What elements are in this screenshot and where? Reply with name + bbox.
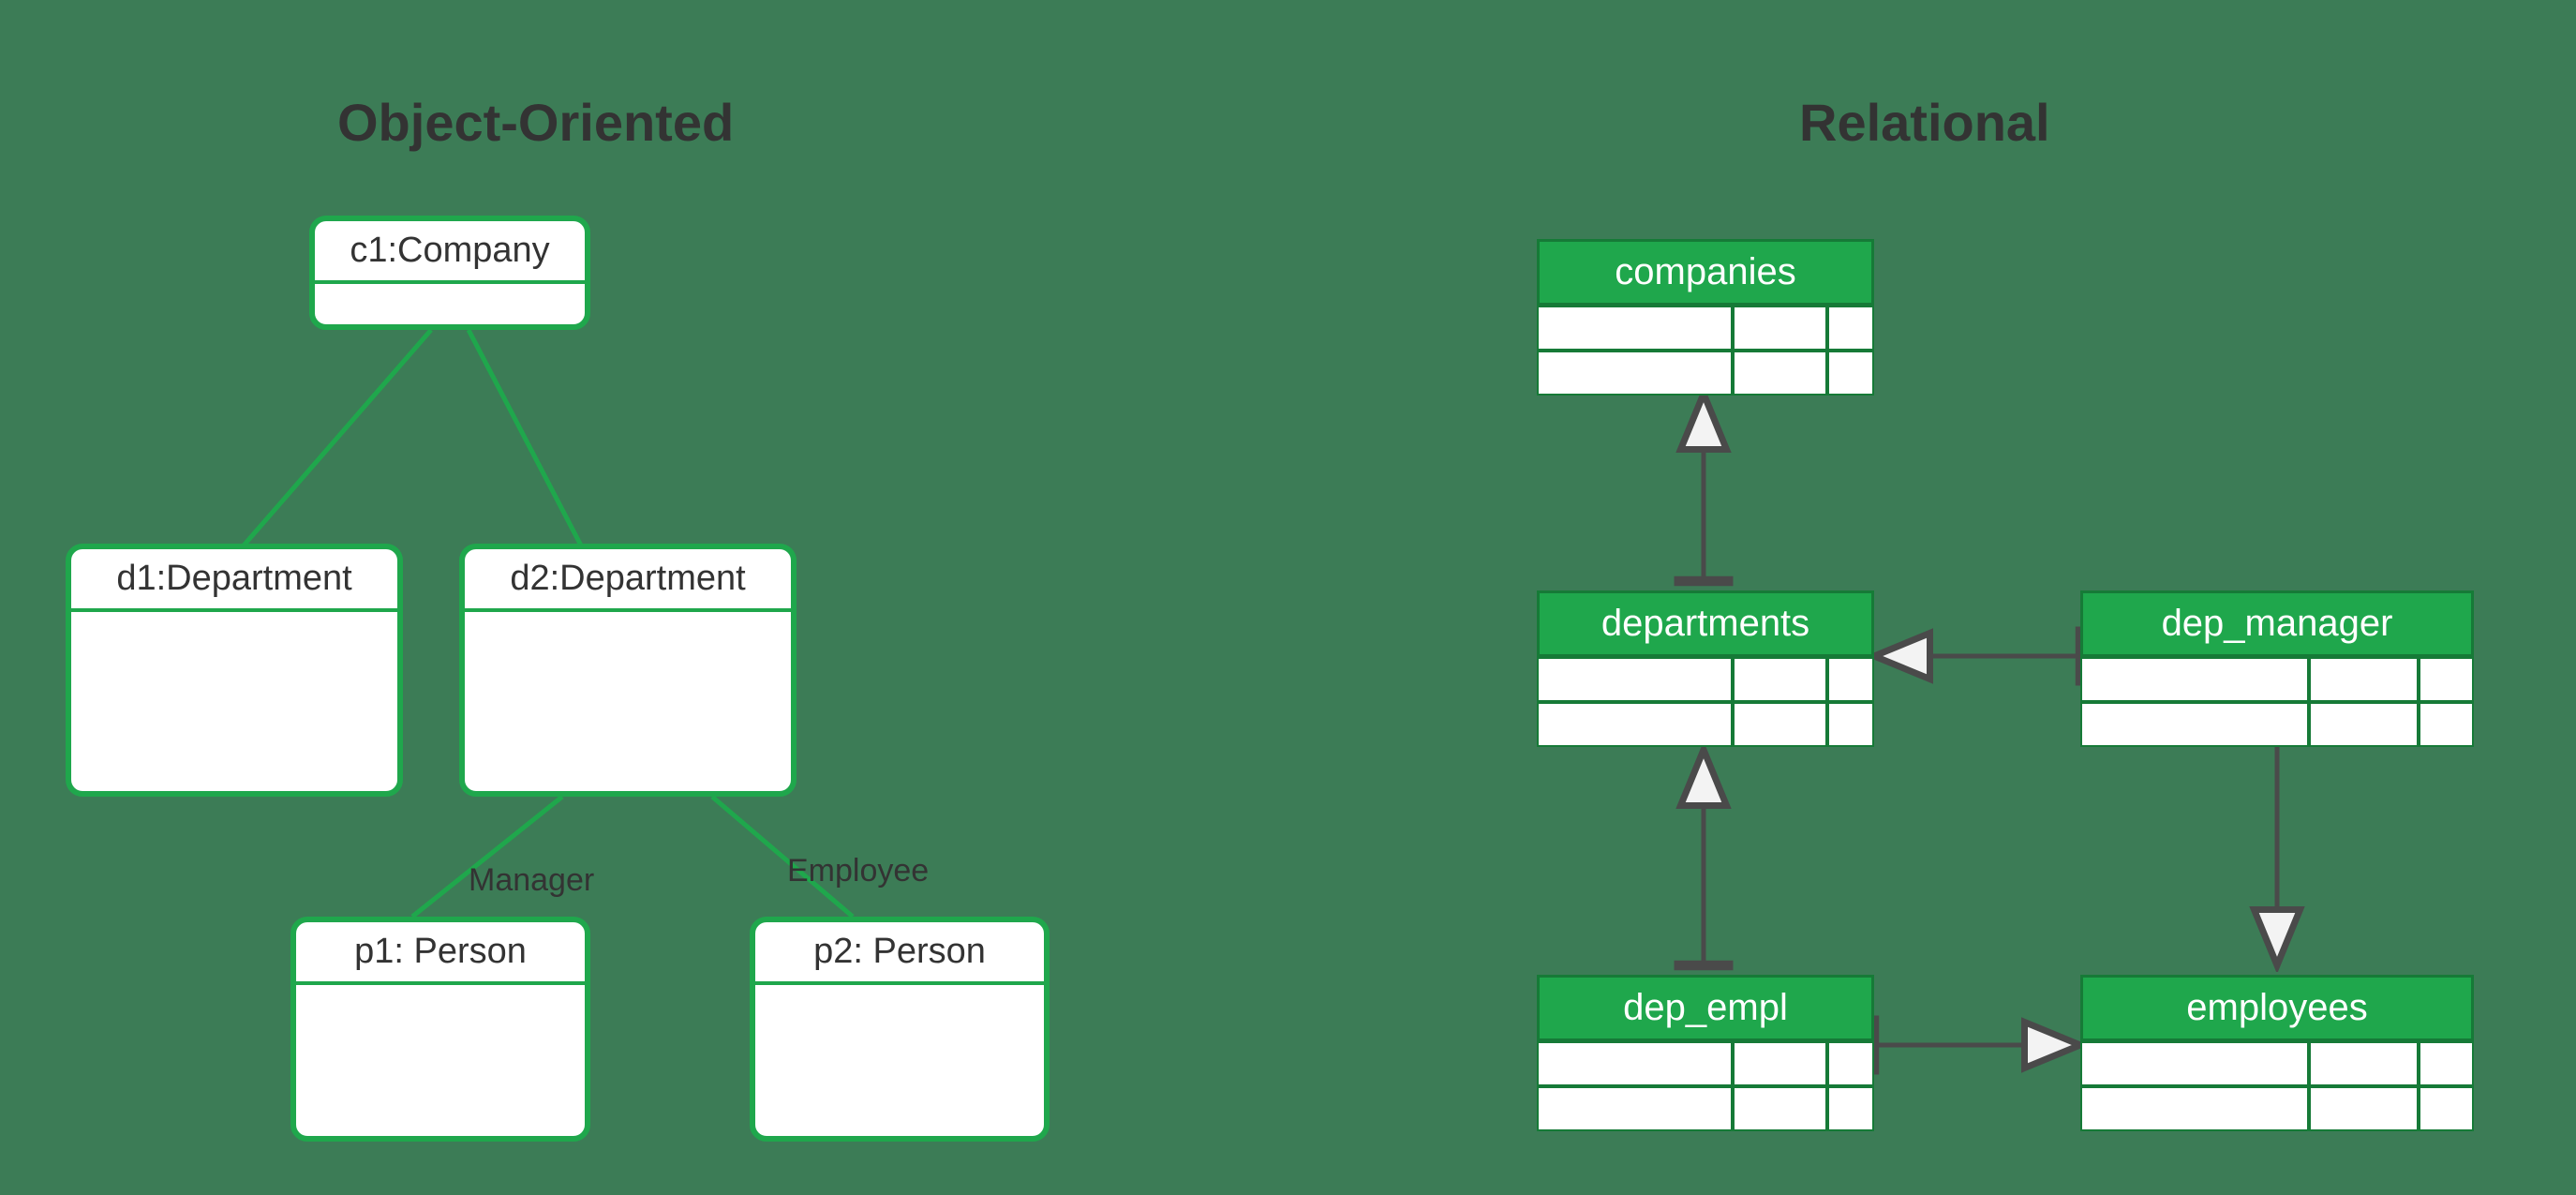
obj-dept1: d1:Department xyxy=(66,544,403,797)
edge-label-employee: Employee xyxy=(787,853,929,889)
title-right: Relational xyxy=(1799,92,2050,153)
obj-dept2: d2:Department xyxy=(459,544,797,797)
table-employees-header: employees xyxy=(2080,975,2474,1041)
obj-dept1-label: d1:Department xyxy=(71,549,397,612)
table-departments-header: departments xyxy=(1537,590,1874,657)
obj-person1: p1: Person xyxy=(290,917,590,1142)
obj-dept2-label: d2:Department xyxy=(465,549,791,612)
obj-person2-label: p2: Person xyxy=(755,922,1044,985)
table-companies-header: companies xyxy=(1537,239,1874,306)
edge-label-manager: Manager xyxy=(469,862,594,899)
table-dep-empl: dep_empl xyxy=(1537,975,1874,1131)
table-dep-empl-header: dep_empl xyxy=(1537,975,1874,1041)
table-departments: departments xyxy=(1537,590,1874,747)
obj-person1-label: p1: Person xyxy=(296,922,585,985)
obj-company: c1:Company xyxy=(309,216,590,330)
table-employees: employees xyxy=(2080,975,2474,1131)
table-dep-manager: dep_manager xyxy=(2080,590,2474,747)
obj-person2: p2: Person xyxy=(750,917,1050,1142)
title-left: Object-Oriented xyxy=(337,92,734,153)
table-dep-manager-header: dep_manager xyxy=(2080,590,2474,657)
edge-c1-d1 xyxy=(244,330,431,545)
obj-company-label: c1:Company xyxy=(315,221,585,284)
table-companies: companies xyxy=(1537,239,1874,396)
edge-c1-d2 xyxy=(469,330,581,545)
